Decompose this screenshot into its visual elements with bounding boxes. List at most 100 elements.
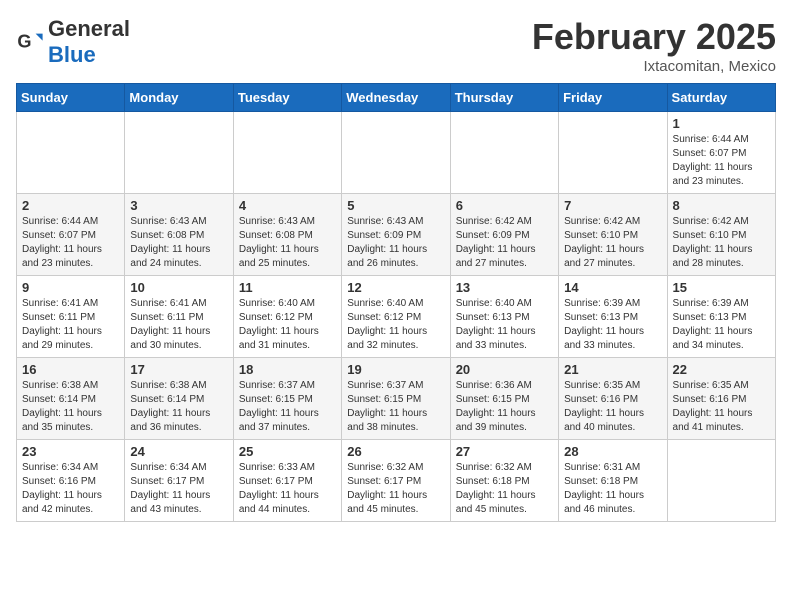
- calendar-week-row: 16 Sunrise: 6:38 AM Sunset: 6:14 PM Dayli…: [17, 358, 776, 440]
- calendar-cell: 16 Sunrise: 6:38 AM Sunset: 6:14 PM Dayli…: [17, 358, 125, 440]
- calendar-cell: [559, 112, 667, 194]
- day-info: Sunrise: 6:42 AM Sunset: 6:10 PM Dayligh…: [564, 215, 661, 271]
- day-info: Sunrise: 6:33 AM Sunset: 6:17 PM Dayligh…: [239, 461, 336, 517]
- day-info: Sunrise: 6:43 AM Sunset: 6:08 PM Dayligh…: [239, 215, 336, 271]
- logo: G General Blue: [16, 16, 130, 68]
- logo-general: General: [48, 16, 130, 41]
- day-number: 28: [564, 444, 661, 459]
- day-info: Sunrise: 6:37 AM Sunset: 6:15 PM Dayligh…: [239, 379, 336, 435]
- day-info: Sunrise: 6:41 AM Sunset: 6:11 PM Dayligh…: [22, 297, 119, 353]
- weekday-header: Friday: [559, 84, 667, 112]
- day-info: Sunrise: 6:40 AM Sunset: 6:13 PM Dayligh…: [456, 297, 553, 353]
- calendar-week-row: 1Sunrise: 6:44 AM Sunset: 6:07 PM Daylig…: [17, 112, 776, 194]
- calendar-cell: [125, 112, 233, 194]
- day-number: 13: [456, 280, 553, 295]
- day-number: 17: [130, 362, 227, 377]
- calendar-cell: 2 Sunrise: 6:44 AM Sunset: 6:07 PM Daylig…: [17, 194, 125, 276]
- day-info: Sunrise: 6:35 AM Sunset: 6:16 PM Dayligh…: [564, 379, 661, 435]
- header: G General Blue February 2025 Ixtacomitan…: [16, 16, 776, 75]
- logo-icon: G: [16, 28, 44, 56]
- day-info: Sunrise: 6:37 AM Sunset: 6:15 PM Dayligh…: [347, 379, 444, 435]
- calendar-cell: [17, 112, 125, 194]
- day-info: Sunrise: 6:38 AM Sunset: 6:14 PM Dayligh…: [130, 379, 227, 435]
- day-number: 12: [347, 280, 444, 295]
- calendar-cell: 3 Sunrise: 6:43 AM Sunset: 6:08 PM Daylig…: [125, 194, 233, 276]
- calendar-cell: 26Sunrise: 6:32 AM Sunset: 6:17 PM Dayli…: [342, 440, 450, 522]
- calendar-header-row: SundayMondayTuesdayWednesdayThursdayFrid…: [17, 84, 776, 112]
- calendar-cell: 28 Sunrise: 6:31 AM Sunset: 6:18 PM Dayli…: [559, 440, 667, 522]
- calendar-cell: 22 Sunrise: 6:35 AM Sunset: 6:16 PM Dayli…: [667, 358, 775, 440]
- calendar-cell: [667, 440, 775, 522]
- day-number: 18: [239, 362, 336, 377]
- day-info: Sunrise: 6:39 AM Sunset: 6:13 PM Dayligh…: [564, 297, 661, 353]
- calendar-cell: 25Sunrise: 6:33 AM Sunset: 6:17 PM Dayli…: [233, 440, 341, 522]
- calendar-cell: 14 Sunrise: 6:39 AM Sunset: 6:13 PM Dayli…: [559, 276, 667, 358]
- day-number: 9: [22, 280, 119, 295]
- calendar-week-row: 23 Sunrise: 6:34 AM Sunset: 6:16 PM Dayli…: [17, 440, 776, 522]
- day-info: Sunrise: 6:44 AM Sunset: 6:07 PM Dayligh…: [22, 215, 119, 271]
- day-number: 16: [22, 362, 119, 377]
- day-info: Sunrise: 6:38 AM Sunset: 6:14 PM Dayligh…: [22, 379, 119, 435]
- calendar-cell: 24 Sunrise: 6:34 AM Sunset: 6:17 PM Dayli…: [125, 440, 233, 522]
- day-number: 5: [347, 198, 444, 213]
- day-number: 27: [456, 444, 553, 459]
- logo-blue: Blue: [48, 42, 96, 67]
- day-number: 6: [456, 198, 553, 213]
- day-number: 22: [673, 362, 770, 377]
- day-info: Sunrise: 6:34 AM Sunset: 6:17 PM Dayligh…: [130, 461, 227, 517]
- calendar-cell: 13 Sunrise: 6:40 AM Sunset: 6:13 PM Dayli…: [450, 276, 558, 358]
- day-info: Sunrise: 6:39 AM Sunset: 6:13 PM Dayligh…: [673, 297, 770, 353]
- day-number: 20: [456, 362, 553, 377]
- day-info: Sunrise: 6:43 AM Sunset: 6:08 PM Dayligh…: [130, 215, 227, 271]
- day-info: Sunrise: 6:32 AM Sunset: 6:18 PM Dayligh…: [456, 461, 553, 517]
- weekday-header: Thursday: [450, 84, 558, 112]
- calendar-cell: 6Sunrise: 6:42 AM Sunset: 6:09 PM Daylig…: [450, 194, 558, 276]
- day-info: Sunrise: 6:43 AM Sunset: 6:09 PM Dayligh…: [347, 215, 444, 271]
- day-number: 24: [130, 444, 227, 459]
- day-info: Sunrise: 6:35 AM Sunset: 6:16 PM Dayligh…: [673, 379, 770, 435]
- day-info: Sunrise: 6:41 AM Sunset: 6:11 PM Dayligh…: [130, 297, 227, 353]
- day-number: 3: [130, 198, 227, 213]
- calendar-week-row: 2 Sunrise: 6:44 AM Sunset: 6:07 PM Daylig…: [17, 194, 776, 276]
- calendar-cell: 5 Sunrise: 6:43 AM Sunset: 6:09 PM Daylig…: [342, 194, 450, 276]
- day-number: 1: [673, 116, 770, 131]
- calendar: SundayMondayTuesdayWednesdayThursdayFrid…: [16, 83, 776, 522]
- day-number: 23: [22, 444, 119, 459]
- location-subtitle: Ixtacomitan, Mexico: [532, 58, 776, 75]
- svg-text:G: G: [17, 32, 31, 52]
- calendar-cell: 1Sunrise: 6:44 AM Sunset: 6:07 PM Daylig…: [667, 112, 775, 194]
- day-number: 11: [239, 280, 336, 295]
- day-number: 4: [239, 198, 336, 213]
- day-number: 2: [22, 198, 119, 213]
- calendar-cell: 21 Sunrise: 6:35 AM Sunset: 6:16 PM Dayli…: [559, 358, 667, 440]
- day-number: 10: [130, 280, 227, 295]
- day-info: Sunrise: 6:31 AM Sunset: 6:18 PM Dayligh…: [564, 461, 661, 517]
- day-number: 7: [564, 198, 661, 213]
- day-info: Sunrise: 6:32 AM Sunset: 6:17 PM Dayligh…: [347, 461, 444, 517]
- day-info: Sunrise: 6:34 AM Sunset: 6:16 PM Dayligh…: [22, 461, 119, 517]
- day-number: 8: [673, 198, 770, 213]
- calendar-cell: 12 Sunrise: 6:40 AM Sunset: 6:12 PM Dayli…: [342, 276, 450, 358]
- title-area: February 2025 Ixtacomitan, Mexico: [532, 16, 776, 75]
- day-number: 14: [564, 280, 661, 295]
- day-info: Sunrise: 6:40 AM Sunset: 6:12 PM Dayligh…: [347, 297, 444, 353]
- calendar-week-row: 9 Sunrise: 6:41 AM Sunset: 6:11 PM Daylig…: [17, 276, 776, 358]
- calendar-cell: 15 Sunrise: 6:39 AM Sunset: 6:13 PM Dayli…: [667, 276, 775, 358]
- weekday-header: Sunday: [17, 84, 125, 112]
- calendar-cell: 20Sunrise: 6:36 AM Sunset: 6:15 PM Dayli…: [450, 358, 558, 440]
- calendar-cell: 11Sunrise: 6:40 AM Sunset: 6:12 PM Dayli…: [233, 276, 341, 358]
- weekday-header: Saturday: [667, 84, 775, 112]
- month-title: February 2025: [532, 16, 776, 58]
- calendar-cell: 23 Sunrise: 6:34 AM Sunset: 6:16 PM Dayli…: [17, 440, 125, 522]
- day-info: Sunrise: 6:42 AM Sunset: 6:10 PM Dayligh…: [673, 215, 770, 271]
- calendar-cell: 9 Sunrise: 6:41 AM Sunset: 6:11 PM Daylig…: [17, 276, 125, 358]
- calendar-cell: [342, 112, 450, 194]
- calendar-cell: 10 Sunrise: 6:41 AM Sunset: 6:11 PM Dayli…: [125, 276, 233, 358]
- day-number: 15: [673, 280, 770, 295]
- day-number: 21: [564, 362, 661, 377]
- calendar-cell: [450, 112, 558, 194]
- calendar-cell: 7 Sunrise: 6:42 AM Sunset: 6:10 PM Daylig…: [559, 194, 667, 276]
- calendar-cell: 27 Sunrise: 6:32 AM Sunset: 6:18 PM Dayli…: [450, 440, 558, 522]
- calendar-cell: [233, 112, 341, 194]
- weekday-header: Tuesday: [233, 84, 341, 112]
